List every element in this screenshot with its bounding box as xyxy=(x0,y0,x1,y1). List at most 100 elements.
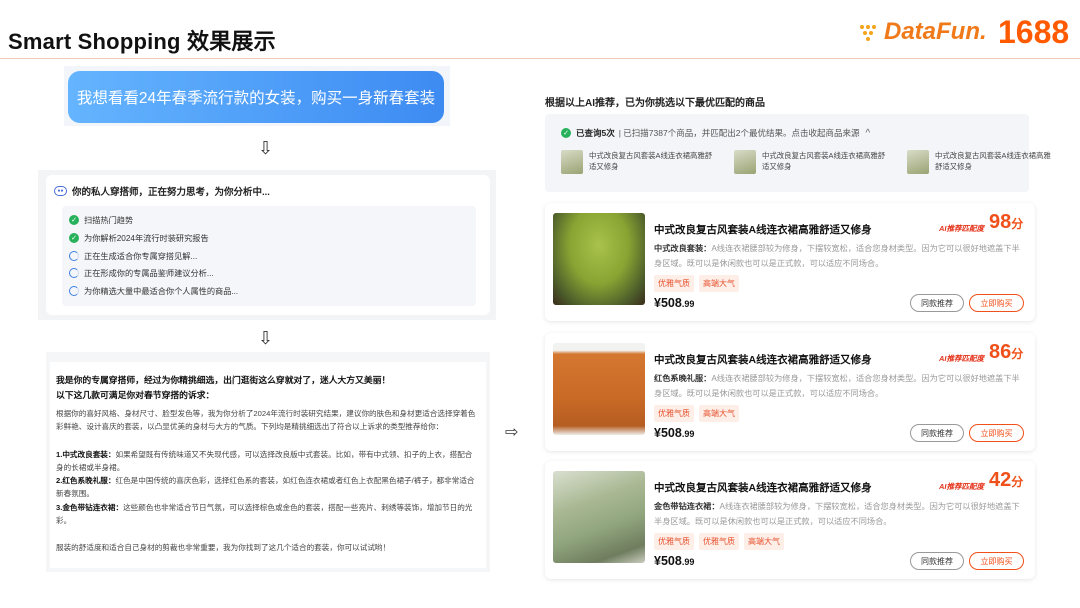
spinner-icon xyxy=(69,286,79,296)
step-label: 扫描热门趋势 xyxy=(84,216,134,225)
source-title: 中式改良复古风套装A线连衣裙高雅舒适又修身 xyxy=(935,151,1051,171)
similar-button[interactable]: 同款推荐 xyxy=(910,294,964,312)
spinner-icon xyxy=(69,268,79,278)
result-heading-2: 以下这几款可满足你对春节穿搭的诉求： xyxy=(56,390,215,400)
right-arrow-icon: ⇨ xyxy=(505,424,519,441)
result-item: 3.金色带钻连衣裙：这些颜色也非常适合节日气氛，可以选择棕色或金色的套装，搭配一… xyxy=(56,501,476,527)
step-item: 为你精选大量中最适合你个人属性的商品... xyxy=(69,285,238,297)
product-title[interactable]: 中式改良复古风套装A线连衣裙高雅舒适又修身 xyxy=(654,222,872,237)
result-item: 2.红色系晚礼服：红色是中国传统的喜庆色彩，选择红色系的套装，如红色连衣裙或者红… xyxy=(56,474,476,500)
source-thumbnail xyxy=(907,150,929,174)
price-decimal: .99 xyxy=(681,429,695,439)
datafun-logo-text: DataFun. xyxy=(884,18,987,45)
product-tag: 高端大气 xyxy=(699,405,739,422)
step-label: 正在生成适合你专属穿搭见解... xyxy=(84,252,198,261)
match-score: 42分 xyxy=(989,469,1023,492)
result-outro: 服装的舒适度和适合自己身材的剪裁也非常重要，我为你找到了这几个适合的套装，你可以… xyxy=(56,543,391,552)
result-item-text: 红色是中国传统的喜庆色彩，选择红色系的套装，如红色连衣裙或者红色上衣配黑色裙子/… xyxy=(56,476,475,498)
product-desc-name: 红色系晚礼服： xyxy=(654,374,712,383)
price-int: ¥508 xyxy=(654,426,682,440)
result-item-name: 2.红色系晚礼服： xyxy=(56,476,116,485)
source-title: 中式改良复古风套装A线连衣裙高雅舒适又修身 xyxy=(589,151,713,171)
query-status-count: 已查询5次 xyxy=(576,128,615,138)
buy-now-button[interactable]: 立即购买 xyxy=(969,552,1024,570)
source-thumbnail xyxy=(734,150,756,174)
product-tags: 优雅气质 高端大气 xyxy=(654,275,744,292)
source-item[interactable]: 中式改良复古风套装A线连衣裙高雅舒适又修身 xyxy=(561,150,719,174)
assistant-avatar-icon: ●● xyxy=(54,186,67,196)
thinking-title: 你的私人穿搭师，正在努力思考，为你分析中... xyxy=(72,187,270,198)
product-desc-name: 中式改良套装： xyxy=(654,244,712,253)
check-icon: ✓ xyxy=(69,233,79,243)
source-item[interactable]: 中式改良复古风套装A线连衣裙高雅舒适又修身 xyxy=(734,150,892,174)
product-tag: 优雅气质 xyxy=(654,275,694,292)
match-score-value: 42 xyxy=(989,469,1012,491)
step-item: 正在形成你的专属品鉴师建议分析... xyxy=(69,267,214,279)
thinking-header: ●● 你的私人穿搭师，正在努力思考，为你分析中... xyxy=(54,184,270,198)
product-card[interactable]: 中式改良复古风套装A线连衣裙高雅舒适又修身 AI推荐匹配度 86分 红色系晚礼服… xyxy=(545,333,1035,451)
down-arrow-icon: ⇩ xyxy=(258,328,274,348)
product-tags: 优雅气质 优雅气质 高端大气 xyxy=(654,533,789,550)
product-price: ¥508.99 xyxy=(654,296,694,310)
similar-button[interactable]: 同款推荐 xyxy=(910,424,964,442)
price-decimal: .99 xyxy=(681,299,695,309)
product-card[interactable]: 中式改良复古风套装A线连衣裙高雅舒适又修身 AI推荐匹配度 98分 中式改良套装… xyxy=(545,203,1035,321)
step-item: 正在生成适合你专属穿搭见解... xyxy=(69,250,197,262)
ai-match-label: AI推荐匹配度 xyxy=(939,354,984,363)
product-description: 红色系晚礼服：A线连衣裙腰部较为修身，下摆较宽松，适合您身材类型。因为它可以很好… xyxy=(654,371,1024,401)
result-item: 1.中式改良套装：如果希望既有传统味道又不失现代感，可以选择改良版中式套装。比如… xyxy=(56,448,476,474)
price-decimal: .99 xyxy=(681,557,695,567)
check-icon: ✓ xyxy=(561,128,571,138)
match-score: 86分 xyxy=(989,341,1023,364)
product-image[interactable] xyxy=(553,471,645,563)
page-title: Smart Shopping 效果展示 xyxy=(8,29,276,54)
user-query-bubble: 我想看看24年春季流行款的女装，购买一身新春套装 xyxy=(68,71,444,123)
match-score-unit: 分 xyxy=(1011,347,1024,361)
product-title[interactable]: 中式改良复古风套装A线连衣裙高雅舒适又修身 xyxy=(654,352,872,367)
match-score-unit: 分 xyxy=(1011,475,1024,489)
logo-1688: 1688 xyxy=(998,14,1070,50)
buy-now-button[interactable]: 立即购买 xyxy=(969,424,1024,442)
product-tag: 优雅气质 xyxy=(654,405,694,422)
product-tag: 高端大气 xyxy=(699,275,739,292)
product-tag: 优雅气质 xyxy=(699,533,739,550)
result-item-name: 3.金色带钻连衣裙： xyxy=(56,503,124,512)
match-score-value: 86 xyxy=(989,341,1012,363)
step-label: 为你精选大量中最适合你个人属性的商品... xyxy=(84,287,239,296)
datafun-dots-icon xyxy=(860,23,882,41)
query-status-text: | 已扫描7387个商品，并匹配出2个最优结果。点击收起商品来源 xyxy=(618,128,860,138)
product-price: ¥508.99 xyxy=(654,554,694,568)
product-description: 中式改良套装：A线连衣裙腰部较为修身，下摆较宽松，适合您身材类型。因为它可以很好… xyxy=(654,241,1024,271)
result-item-name: 1.中式改良套装： xyxy=(56,450,116,459)
match-score-unit: 分 xyxy=(1011,217,1024,231)
ai-match-label: AI推荐匹配度 xyxy=(939,482,984,491)
product-image[interactable] xyxy=(553,343,645,435)
chevron-up-icon[interactable]: ^ xyxy=(865,128,870,139)
source-thumbnail xyxy=(561,150,583,174)
product-card[interactable]: 中式改良复古风套装A线连衣裙高雅舒适又修身 AI推荐匹配度 42分 金色带钻连衣… xyxy=(545,461,1035,579)
result-intro: 根据你的喜好风格、身材尺寸、脸型发色等，我为你分析了2024年流行时装研究结果，… xyxy=(56,409,476,431)
product-image[interactable] xyxy=(553,213,645,305)
down-arrow-icon: ⇩ xyxy=(258,138,274,158)
similar-button[interactable]: 同款推荐 xyxy=(910,552,964,570)
product-tags: 优雅气质 高端大气 xyxy=(654,405,744,422)
step-label: 为你解析2024年流行时装研究报告 xyxy=(84,234,209,243)
match-score: 98分 xyxy=(989,211,1023,234)
datafun-logo: DataFun. xyxy=(860,18,987,46)
query-status[interactable]: ✓ 已查询5次 | 已扫描7387个商品，并匹配出2个最优结果。点击收起商品来源… xyxy=(561,127,870,139)
product-title[interactable]: 中式改良复古风套装A线连衣裙高雅舒适又修身 xyxy=(654,480,872,495)
buy-now-button[interactable]: 立即购买 xyxy=(969,294,1024,312)
price-int: ¥508 xyxy=(654,554,682,568)
ai-match-label: AI推荐匹配度 xyxy=(939,224,984,233)
product-desc-name: 金色带钻连衣裙： xyxy=(654,502,720,511)
price-int: ¥508 xyxy=(654,296,682,310)
result-item-text: 如果希望既有传统味道又不失现代感，可以选择改良版中式套装。比如，带有中式领、扣子… xyxy=(56,450,473,472)
step-item: ✓ 扫描热门趋势 xyxy=(69,214,133,226)
title-divider xyxy=(0,58,1080,59)
source-item[interactable]: 中式改良复古风套装A线连衣裙高雅舒适又修身 xyxy=(907,150,1055,174)
spinner-icon xyxy=(69,251,79,261)
check-icon: ✓ xyxy=(69,215,79,225)
recommend-heading: 根据以上AI推荐，已为你挑选以下最优匹配的商品 xyxy=(545,98,765,109)
product-tag: 高端大气 xyxy=(744,533,784,550)
match-score-value: 98 xyxy=(989,211,1012,233)
